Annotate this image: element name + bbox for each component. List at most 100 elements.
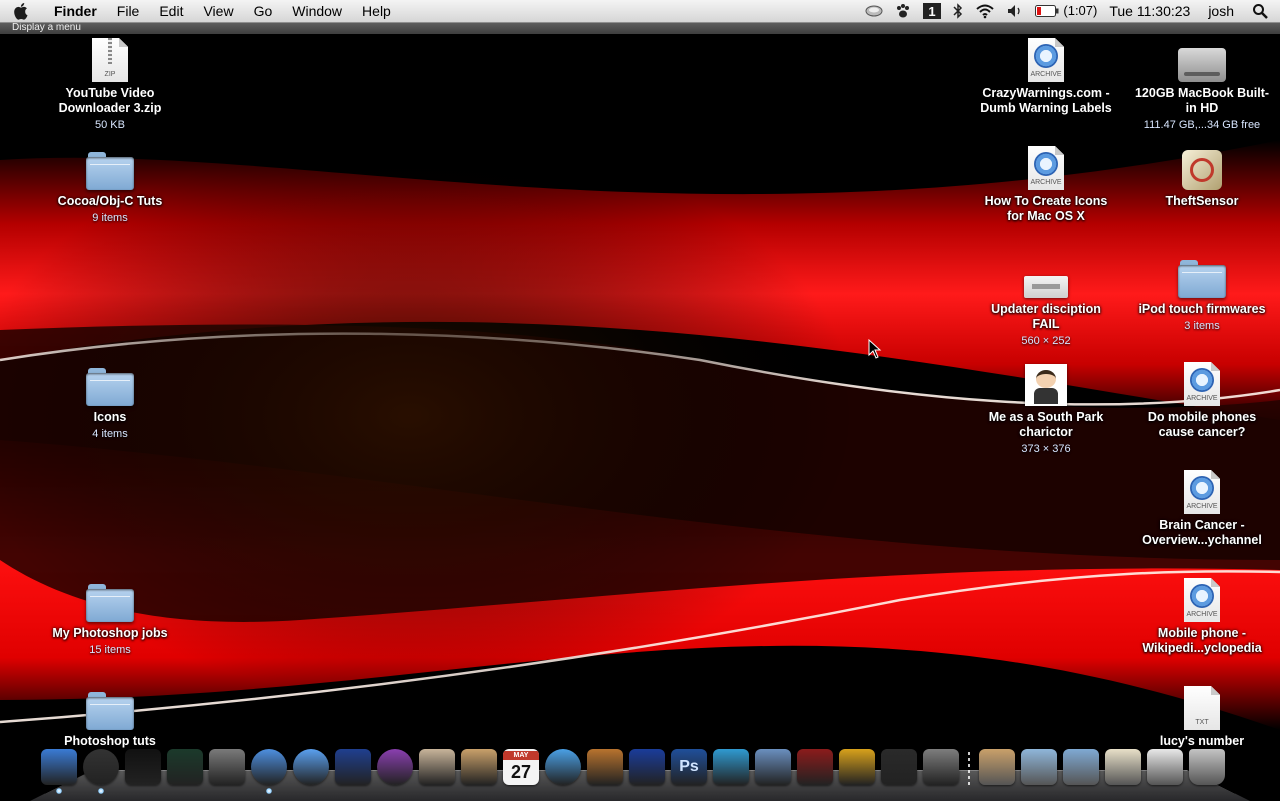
dock-item-folder-stack[interactable]	[1018, 746, 1060, 788]
running-indicator	[266, 788, 272, 794]
iphoto-icon	[755, 749, 791, 785]
dock-item-system-preferences[interactable]	[920, 746, 962, 788]
desktop-item-cocoa-tuts[interactable]: Cocoa/Obj-C Tuts 9 items	[40, 142, 180, 225]
desktop-item-label: My Photoshop jobs	[52, 626, 168, 640]
firefox-icon	[377, 749, 413, 785]
automator-icon	[209, 749, 245, 785]
dock-item-imovie[interactable]	[836, 746, 878, 788]
dock-item-ichat[interactable]	[290, 746, 332, 788]
spotlight-icon[interactable]	[1246, 0, 1274, 22]
edit-menu[interactable]: Edit	[149, 0, 193, 22]
itunes-icon	[545, 749, 581, 785]
desktop-item-theftsensor[interactable]: TheftSensor	[1132, 142, 1272, 209]
desktop-item-brain-cancer[interactable]: ARCHIVE Brain Cancer - Overview...ychann…	[1132, 466, 1272, 548]
dock-item-itunes[interactable]	[542, 746, 584, 788]
folder-icon	[83, 682, 137, 730]
dock-item-movie[interactable]	[794, 746, 836, 788]
dock-item-final-cut[interactable]	[878, 746, 920, 788]
dock-item-iphoto[interactable]	[752, 746, 794, 788]
dock-item-tardis[interactable]	[332, 746, 374, 788]
address-book-stack-icon	[979, 749, 1015, 785]
desktop-item-mobile-phone-wiki[interactable]: ARCHIVE Mobile phone - Wikipedi...yclope…	[1132, 574, 1272, 656]
desktop-item-photoshop-jobs[interactable]: My Photoshop jobs 15 items	[40, 574, 180, 657]
folder-icon	[83, 574, 137, 622]
desktop-item-label: Brain Cancer - Overview...ychannel	[1142, 518, 1262, 547]
dock-item-audacity[interactable]	[626, 746, 668, 788]
menubar-clock[interactable]: Tue 11:30:23	[1103, 0, 1196, 22]
bluetooth-icon[interactable]	[947, 0, 969, 22]
user-menu[interactable]: josh	[1196, 0, 1246, 22]
finder-app-menu[interactable]: Finder	[44, 0, 107, 22]
desktop-item-ipod-firmwares[interactable]: iPod touch firmwares 3 items	[1132, 250, 1272, 333]
view-menu[interactable]: View	[193, 0, 243, 22]
dock-item-zip-stack[interactable]	[1144, 746, 1186, 788]
desktop-item-info: 15 items	[89, 644, 131, 656]
documents-stack-icon	[1063, 749, 1099, 785]
webarchive-icon: ARCHIVE	[1175, 574, 1229, 622]
apple-menu-icon[interactable]	[0, 0, 44, 22]
image-thumbnail-icon	[1019, 250, 1073, 298]
desktop-item-label: TheftSensor	[1165, 194, 1239, 208]
dock-item-firefox[interactable]	[374, 746, 416, 788]
desktop-item-photoshop-tuts[interactable]: Photoshop tuts	[40, 682, 180, 749]
tardis-icon	[335, 749, 371, 785]
dock-item-ical[interactable]: MAY 27	[500, 746, 542, 788]
desktop-item-info: 4 items	[92, 428, 128, 440]
dock-item-address-book[interactable]	[458, 746, 500, 788]
desktop-item-label: 120GB MacBook Built-in HD	[1134, 86, 1270, 115]
dock-item-trash[interactable]	[1186, 746, 1228, 788]
dock-item-documents-stack[interactable]	[1060, 746, 1102, 788]
desktop-item-label: How To Create Icons for Mac OS X	[984, 194, 1108, 223]
running-indicator	[98, 788, 104, 794]
help-menu[interactable]: Help	[352, 0, 401, 22]
desktop-item-youtube-zip[interactable]: ZIP YouTube Video Downloader 3.zip 50 KB	[40, 34, 180, 132]
desktop-item-info: 373 × 376	[1021, 443, 1071, 455]
dock-item-garageband[interactable]	[584, 746, 626, 788]
dock-item-paint-palette[interactable]	[1102, 746, 1144, 788]
desktop-item-lucys-number[interactable]: TXT lucy's number	[1132, 682, 1272, 749]
time-machine-icon[interactable]	[859, 0, 889, 22]
desktop-item-south-park[interactable]: Me as a South Park charictor 373 × 376	[976, 358, 1116, 456]
desktop-item-updater-fail[interactable]: Updater disciption FAIL 560 × 252	[976, 250, 1116, 348]
desktop-item-label: Cocoa/Obj-C Tuts	[57, 194, 163, 208]
window-menu[interactable]: Window	[282, 0, 352, 22]
menu-help-tooltip: Display a menu	[0, 22, 1280, 34]
folder-icon	[1175, 250, 1229, 298]
desktop-item-info: 50 KB	[95, 119, 125, 131]
volume-icon[interactable]	[1001, 0, 1029, 22]
folder-icon	[83, 142, 137, 190]
dock-item-terminal[interactable]	[122, 746, 164, 788]
wifi-icon[interactable]	[969, 0, 1001, 22]
dock-item-automator[interactable]	[206, 746, 248, 788]
spaces-icon[interactable]: 1	[917, 0, 947, 22]
battery-status[interactable]: (1:07)	[1029, 0, 1103, 22]
desktop-item-mobile-cancer[interactable]: ARCHIVE Do mobile phones cause cancer?	[1132, 358, 1272, 440]
desktop-item-label: Mobile phone - Wikipedi...yclopedia	[1142, 626, 1262, 655]
dock: MAY 27 Ps	[38, 744, 1228, 794]
ichat-icon	[293, 749, 329, 785]
desktop-item-info: 3 items	[1184, 320, 1220, 332]
desktop-item-create-icons[interactable]: ARCHIVE How To Create Icons for Mac OS X	[976, 142, 1116, 224]
dock-item-mail[interactable]	[416, 746, 458, 788]
dock-stacks	[976, 746, 1228, 788]
go-menu[interactable]: Go	[244, 0, 283, 22]
zip-stack-icon	[1147, 749, 1183, 785]
battery-icon	[1035, 5, 1059, 17]
dock-item-fish[interactable]	[710, 746, 752, 788]
webarchive-icon: ARCHIVE	[1019, 142, 1073, 190]
dock-item-safari[interactable]	[248, 746, 290, 794]
desktop-item-macbook-hd[interactable]: 120GB MacBook Built-in HD 111.47 GB,...3…	[1132, 34, 1272, 132]
application-icon	[1175, 142, 1229, 190]
dock-item-dashboard[interactable]	[80, 746, 122, 794]
dock-item-activity-monitor[interactable]	[164, 746, 206, 788]
folder-icon	[83, 358, 137, 406]
file-menu[interactable]: File	[107, 0, 150, 22]
desktop-item-label: Do mobile phones cause cancer?	[1147, 410, 1257, 439]
final-cut-icon	[881, 749, 917, 785]
dock-item-finder[interactable]	[38, 746, 80, 794]
desktop-item-icons-folder[interactable]: Icons 4 items	[40, 358, 180, 441]
paw-icon[interactable]	[889, 0, 917, 22]
dock-item-address-book-stack[interactable]	[976, 746, 1018, 788]
desktop-item-crazywarnings[interactable]: ARCHIVE CrazyWarnings.com - Dumb Warning…	[976, 34, 1116, 116]
dock-item-photoshop[interactable]: Ps	[668, 746, 710, 788]
